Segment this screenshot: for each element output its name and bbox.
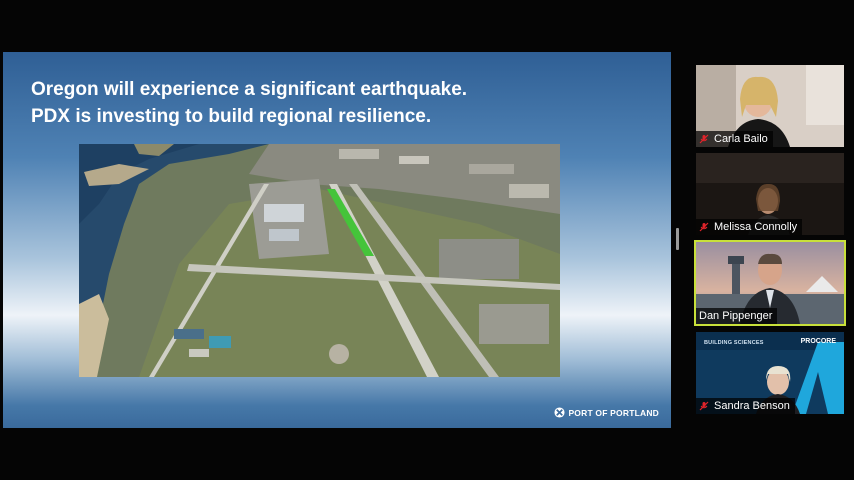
meeting-window: Oregon will experience a significant ear… xyxy=(0,0,854,480)
slide-title: Oregon will experience a significant ear… xyxy=(31,76,631,130)
participant-name: Carla Bailo xyxy=(714,133,768,145)
participant-tile-dan-pippenger[interactable]: Dan Pippenger xyxy=(694,240,846,326)
mic-muted-icon xyxy=(699,401,709,411)
participant-tile-carla-bailo[interactable]: Carla Bailo xyxy=(696,65,844,147)
participant-name: Dan Pippenger xyxy=(699,310,773,322)
participant-name: Melissa Connolly xyxy=(714,221,798,233)
participant-tile-sandra-benson[interactable]: BUILDING SCIENCES PROCORE Sandra Benson xyxy=(696,332,844,414)
port-logo-icon xyxy=(554,407,565,418)
mic-muted-icon xyxy=(699,222,709,232)
slide-title-line-2: PDX is investing to build regional resil… xyxy=(31,106,432,127)
port-of-portland-logo: PORT OF PORTLAND xyxy=(554,407,659,418)
sponsor-badge-right: PROCORE xyxy=(800,338,836,345)
participant-tile-melissa-connolly[interactable]: Melissa Connolly xyxy=(696,153,844,235)
participant-name: Sandra Benson xyxy=(714,400,790,412)
panel-resize-handle[interactable] xyxy=(676,228,679,250)
participant-name-tag: Carla Bailo xyxy=(696,131,773,147)
sponsor-badge-left: BUILDING SCIENCES xyxy=(704,340,764,346)
participant-name-tag: Dan Pippenger xyxy=(696,308,778,324)
port-logo-text: PORT OF PORTLAND xyxy=(568,407,659,418)
slide-title-line-1: Oregon will experience a significant ear… xyxy=(31,79,468,100)
shared-screen-slide: Oregon will experience a significant ear… xyxy=(3,52,671,428)
participant-name-tag: Melissa Connolly xyxy=(696,219,803,235)
airport-aerial-image xyxy=(79,144,560,377)
mic-muted-icon xyxy=(699,134,709,144)
participant-name-tag: Sandra Benson xyxy=(696,398,795,414)
